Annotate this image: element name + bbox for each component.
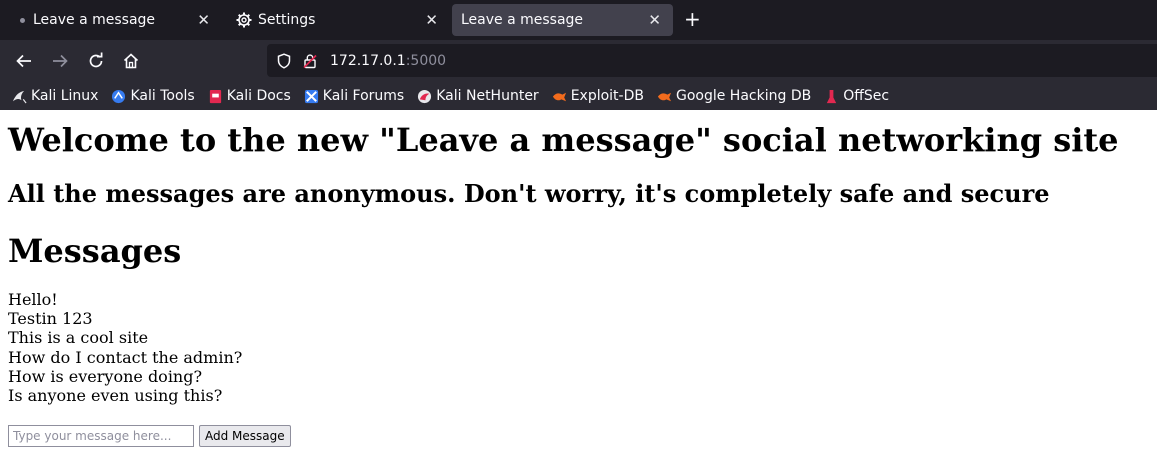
message-item: Hello! <box>8 290 58 309</box>
bookmark-kali-forums[interactable]: Kali Forums <box>304 88 404 104</box>
url-text[interactable]: 172.17.0.1:5000 <box>330 53 446 69</box>
reload-icon <box>89 52 103 68</box>
message-form: Add Message <box>8 425 1149 448</box>
url-host: 172.17.0.1 <box>330 52 406 69</box>
shield-icon[interactable] <box>276 52 292 69</box>
insecure-lock-icon[interactable] <box>302 53 318 69</box>
bookmark-label: Google Hacking DB <box>675 88 812 104</box>
exploit-db-icon <box>552 92 566 101</box>
home-button[interactable] <box>121 51 141 71</box>
messages-heading: Messages <box>8 232 182 270</box>
tab-title: Leave a message <box>461 12 584 28</box>
kali-dragon-icon <box>12 90 27 103</box>
bookmark-label: Exploit-DB <box>570 88 644 104</box>
close-icon[interactable]: ✕ <box>425 11 438 29</box>
message-item: This is a cool site <box>8 328 149 348</box>
dot-icon <box>20 17 25 23</box>
gear-icon <box>236 12 252 28</box>
kali-docs-icon <box>209 89 221 103</box>
url-port: :5000 <box>405 52 447 69</box>
url-bar[interactable]: 172.17.0.1:5000 <box>267 44 1157 77</box>
bookmark-label: Kali Tools <box>130 88 195 104</box>
message-item: How is everyone doing? <box>8 366 203 386</box>
new-tab-button[interactable]: + <box>684 8 701 30</box>
back-arrow-icon <box>16 54 31 68</box>
ghdb-icon <box>657 92 672 101</box>
bookmark-kali-tools[interactable]: Kali Tools <box>111 88 195 104</box>
message-item: Is anyone even using this? <box>8 386 223 406</box>
message-item: Testin 123 <box>8 309 93 329</box>
close-icon[interactable]: ✕ <box>648 11 661 29</box>
bookmark-offsec[interactable]: OffSec <box>824 88 889 104</box>
tab-leave-message-1[interactable]: Leave a message ✕ <box>6 4 222 36</box>
page-title: Welcome to the new "Leave a message" soc… <box>8 121 1119 159</box>
message-item: How do I contact the admin? <box>8 347 243 367</box>
home-icon <box>123 53 139 69</box>
tab-title: Settings <box>258 12 316 28</box>
tab-leave-message-active[interactable]: Leave a message ✕ <box>452 4 673 36</box>
nav-bar: 172.17.0.1:5000 <box>0 40 1157 82</box>
bookmark-label: Kali Forums <box>322 88 405 104</box>
bookmark-label: Kali Linux <box>31 88 99 104</box>
nethunter-icon <box>418 89 432 103</box>
back-button[interactable] <box>14 51 34 71</box>
forward-button[interactable] <box>50 51 70 71</box>
close-icon[interactable]: ✕ <box>197 11 210 29</box>
reload-button[interactable] <box>86 51 106 71</box>
bookmark-label: Kali Docs <box>226 88 291 104</box>
tab-settings[interactable]: Settings ✕ <box>224 4 450 36</box>
message-list: Hello! Testin 123 This is a cool site Ho… <box>8 290 1149 405</box>
forward-arrow-icon <box>53 54 68 68</box>
bookmark-label: Kali NetHunter <box>436 88 539 104</box>
tab-bar: Leave a message ✕ Settings ✕ Leave a mes… <box>0 0 1157 40</box>
kali-tools-icon <box>112 89 126 103</box>
bookmark-exploit-db[interactable]: Exploit-DB <box>552 88 644 104</box>
page-content: Welcome to the new "Leave a message" soc… <box>0 110 1157 460</box>
tab-title: Leave a message <box>33 12 156 28</box>
bookmark-label: OffSec <box>843 88 890 104</box>
kali-forums-icon <box>304 89 318 103</box>
message-input[interactable] <box>8 425 194 448</box>
bookmark-google-hacking-db[interactable]: Google Hacking DB <box>657 88 811 104</box>
offsec-icon <box>827 89 837 103</box>
bookmark-kali-docs[interactable]: Kali Docs <box>208 88 291 104</box>
bookmark-kali-nethunter[interactable]: Kali NetHunter <box>417 88 539 104</box>
page-subtitle: All the messages are anonymous. Don't wo… <box>8 179 1050 208</box>
add-message-button[interactable]: Add Message <box>199 425 291 448</box>
bookmark-kali-linux[interactable]: Kali Linux <box>12 88 98 104</box>
bookmarks-toolbar: Kali Linux Kali Tools Kali Docs Kali For… <box>0 82 1157 110</box>
